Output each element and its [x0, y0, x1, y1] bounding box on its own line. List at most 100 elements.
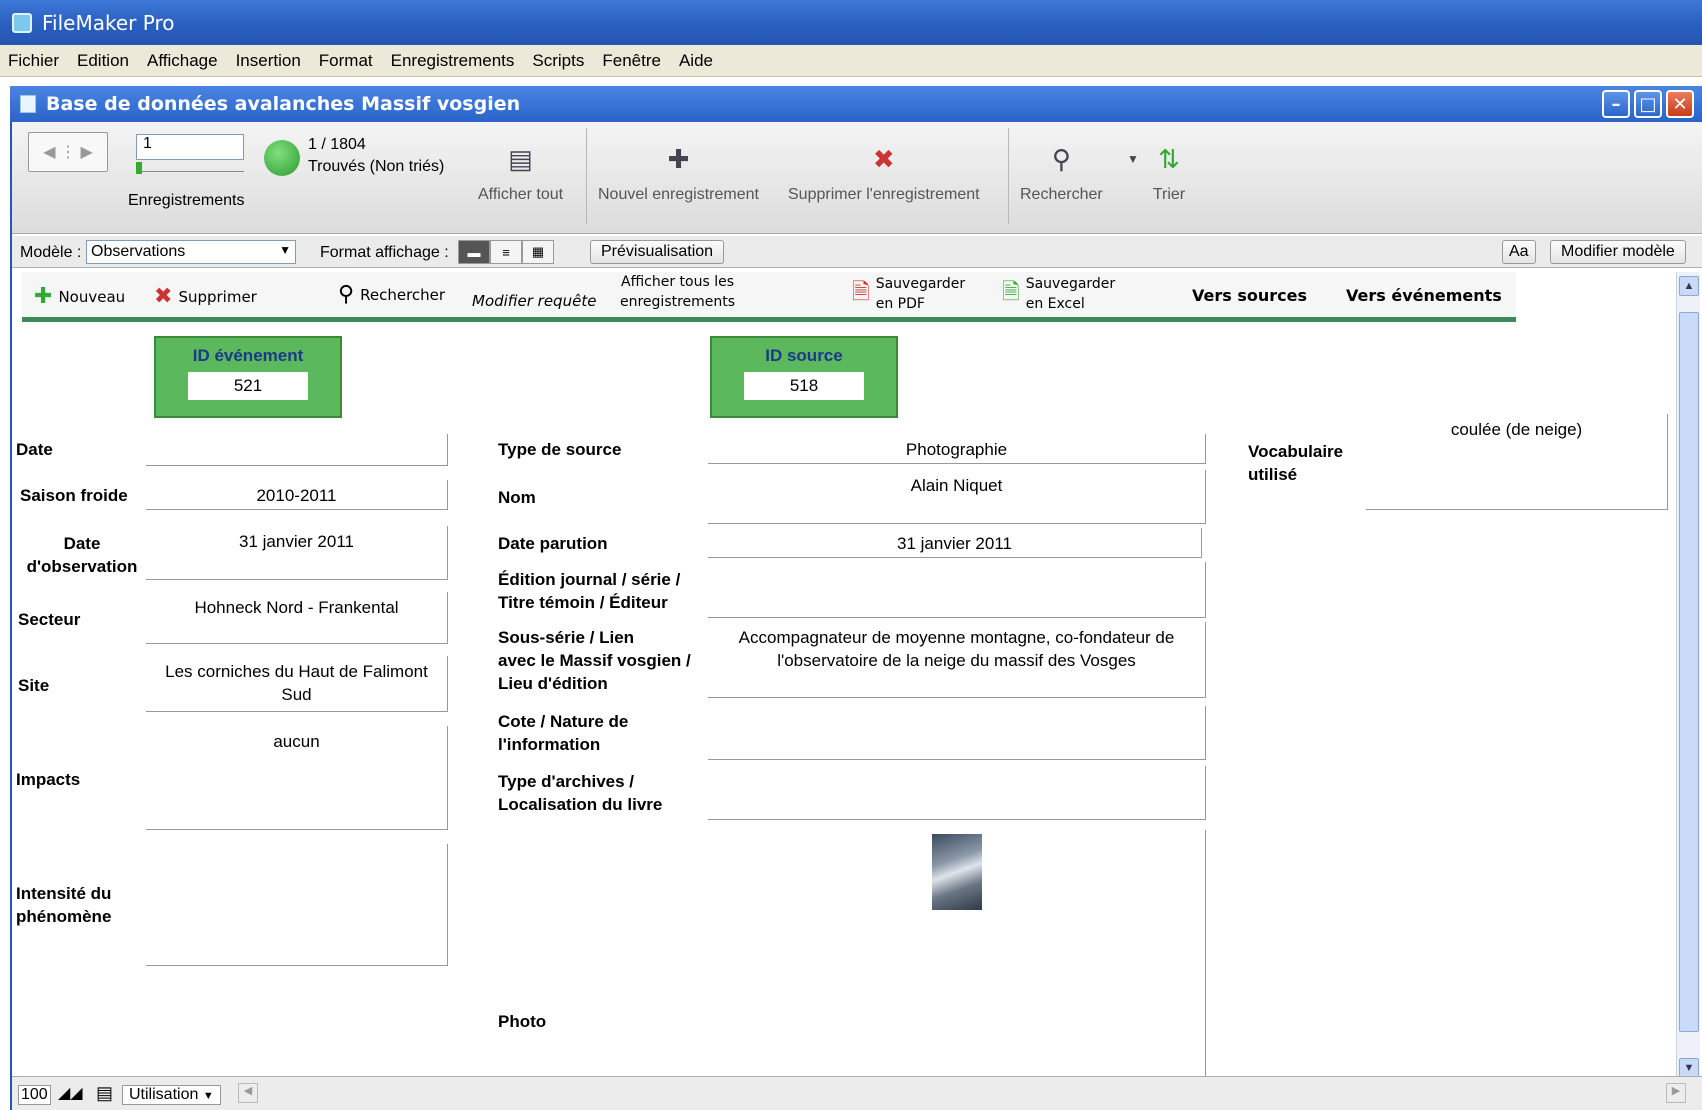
scroll-up-button[interactable]: ▲ — [1679, 276, 1699, 296]
cote-field[interactable] — [708, 706, 1206, 760]
menu-fichier[interactable]: Fichier — [8, 51, 59, 71]
show-all-records-label-2: enregistrements — [620, 294, 736, 310]
sort-button[interactable]: ⇅ Trier — [1152, 142, 1186, 204]
archives-label-1: Type d'archives / — [498, 772, 635, 791]
event-id-field[interactable]: 521 — [188, 372, 308, 400]
zoom-level[interactable]: 100 — [18, 1085, 51, 1105]
site-field[interactable]: Les corniches du Haut de Falimont Sud — [146, 656, 448, 712]
record-slider-thumb[interactable] — [136, 162, 142, 174]
menu-format[interactable]: Format — [319, 51, 373, 71]
show-all-button[interactable]: ▤ Afficher tout — [478, 142, 563, 204]
menu-scripts[interactable]: Scripts — [532, 51, 584, 71]
maximize-button[interactable]: □ — [1634, 90, 1662, 118]
to-events-button[interactable]: Vers événements — [1346, 286, 1502, 305]
record-slider[interactable] — [136, 162, 244, 174]
view-form-button[interactable]: ▬ — [458, 240, 490, 264]
find-button[interactable]: ⚲ Rechercher — [1020, 142, 1103, 204]
menu-fenetre[interactable]: Fenêtre — [602, 51, 661, 71]
magnifier-icon: ⚲ — [1051, 143, 1071, 174]
vocabulary-label-1: Vocabulaire — [1248, 442, 1344, 461]
show-all-records-label-1: Afficher tous les — [621, 274, 735, 290]
pdf-icon: 🗎 — [852, 280, 870, 305]
source-id-field[interactable]: 518 — [744, 372, 864, 400]
intensity-field[interactable] — [146, 844, 448, 966]
sort-label: Trier — [1152, 186, 1186, 203]
name-field[interactable]: Alain Niquet — [708, 470, 1206, 524]
source-type-field[interactable]: Photographie — [708, 434, 1206, 464]
scroll-down-button[interactable]: ▼ — [1679, 1058, 1699, 1078]
view-list-button[interactable]: ≡ — [490, 240, 522, 264]
archives-label-2: Localisation du livre — [498, 795, 663, 814]
vocabulary-label: Vocabulaire utilisé — [1248, 440, 1343, 486]
show-all-label: Afficher tout — [478, 186, 564, 203]
impacts-field[interactable]: aucun — [146, 726, 448, 830]
menu-aide[interactable]: Aide — [679, 51, 713, 71]
show-all-records-button[interactable]: Afficher tous les enregistrements — [620, 272, 735, 312]
new-record-button[interactable]: ✚ Nouvel enregistrement — [598, 142, 759, 204]
menu-affichage[interactable]: Affichage — [147, 51, 218, 71]
photo-thumbnail[interactable] — [932, 834, 982, 910]
season-field[interactable]: 2010-2011 — [146, 480, 448, 510]
mode-select[interactable]: Utilisation ▼ — [122, 1085, 221, 1105]
delete-button[interactable]: ✖ Supprimer — [154, 284, 257, 309]
publication-date-field[interactable]: 31 janvier 2011 — [708, 528, 1202, 558]
find-dropdown[interactable]: ▼ — [1116, 142, 1150, 186]
view-table-button[interactable]: ▦ — [522, 240, 554, 264]
layout-select[interactable]: Observations ▼ — [86, 240, 296, 264]
record-book-navigator[interactable]: ◀ ⋮ ▶ — [28, 132, 108, 172]
menu-enregistrements[interactable]: Enregistrements — [391, 51, 515, 71]
find-script-label: Rechercher — [360, 285, 446, 304]
subseries-field[interactable]: Accompagnateur de moyenne montagne, co-f… — [708, 622, 1206, 698]
observation-date-field[interactable]: 31 janvier 2011 — [146, 526, 448, 580]
database-icon — [20, 95, 36, 113]
zoom-buttons-icon[interactable]: ◢◢ — [58, 1083, 83, 1103]
minimize-button[interactable]: – — [1602, 90, 1630, 118]
delete-record-button[interactable]: ✖ Supprimer l'enregistrement — [788, 142, 980, 204]
toggle-status-toolbar-icon[interactable]: ▤ — [96, 1083, 113, 1104]
modify-request-button[interactable]: Modifier requête — [472, 292, 596, 310]
app-title-bar: FileMaker Pro — [0, 0, 1702, 45]
new-button[interactable]: ✚ Nouveau — [34, 284, 125, 309]
edition-label: Édition journal / série / Titre témoin /… — [498, 568, 680, 614]
close-button[interactable]: ✕ — [1666, 90, 1694, 118]
record-number-input[interactable]: 1 — [136, 134, 244, 160]
text-formatting-button[interactable]: Aa — [1502, 240, 1536, 264]
cote-label-1: Cote / Nature de — [498, 712, 629, 731]
date-label: Date — [16, 440, 53, 459]
save-pdf-label-1: Sauvegarder — [875, 276, 966, 292]
season-label: Saison froide — [20, 486, 128, 505]
scroll-thumb[interactable] — [1679, 312, 1699, 1032]
sector-field[interactable]: Hohneck Nord - Frankental — [146, 592, 448, 644]
to-sources-button[interactable]: Vers sources — [1192, 286, 1307, 305]
archives-field[interactable] — [708, 766, 1206, 820]
preview-button[interactable]: Prévisualisation — [590, 240, 725, 264]
excel-icon: 🗎 — [1002, 280, 1020, 305]
window-controls: – □ ✕ — [1602, 90, 1694, 118]
save-pdf-button[interactable]: 🗎 Sauvegarder en PDF — [852, 274, 965, 314]
form-view-icon: ▬ — [467, 244, 481, 260]
edit-layout-button[interactable]: Modifier modèle — [1550, 240, 1686, 264]
menu-edition[interactable]: Edition — [77, 51, 129, 71]
save-excel-button[interactable]: 🗎 Sauvegarder en Excel — [1002, 274, 1115, 314]
publication-date-label: Date parution — [498, 534, 608, 553]
document-title-bar: Base de données avalanches Massif vosgie… — [10, 86, 1702, 122]
intensity-label-1: Intensité du — [16, 884, 112, 903]
new-button-label: Nouveau — [58, 287, 126, 306]
date-field[interactable] — [146, 434, 448, 466]
observation-date-label-2: d'observation — [26, 557, 138, 576]
book-arrows-icon: ◀ ⋮ ▶ — [43, 144, 93, 161]
save-pdf-label-2: en PDF — [875, 296, 925, 312]
edition-field[interactable] — [708, 562, 1206, 618]
save-excel-label: Sauvegarder en Excel — [1026, 274, 1115, 314]
records-label: Enregistrements — [128, 192, 245, 209]
layout-select-value: Observations — [91, 243, 186, 260]
status-toolbar: ◀ ⋮ ▶ 1 Enregistrements 1 / 1804 Trouvés… — [12, 122, 1702, 234]
scroll-right-button[interactable]: ▶ — [1666, 1083, 1686, 1103]
event-id-label: ID événement — [192, 346, 304, 365]
find-script-button[interactable]: ⚲ Rechercher — [338, 282, 445, 307]
menu-insertion[interactable]: Insertion — [236, 51, 301, 71]
filemaker-icon — [12, 12, 32, 33]
vertical-scrollbar[interactable]: ▲ ▼ — [1676, 272, 1700, 1082]
scroll-left-button[interactable]: ◀ — [238, 1083, 258, 1103]
vocabulary-field[interactable]: coulée (de neige) — [1366, 414, 1668, 510]
